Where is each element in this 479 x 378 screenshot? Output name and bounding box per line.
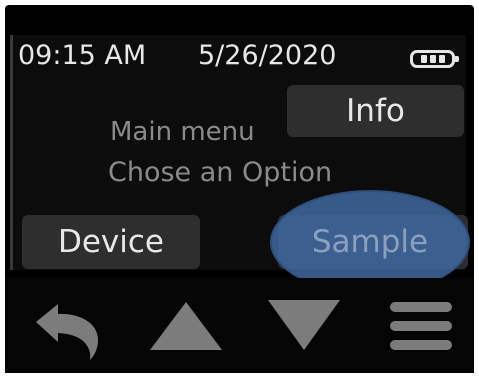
- up-arrow-icon[interactable]: [148, 300, 224, 352]
- down-arrow-icon[interactable]: [266, 298, 342, 352]
- battery-cell: [429, 55, 436, 63]
- menu-title: Main menu: [110, 117, 255, 147]
- status-date: 5/26/2020: [198, 40, 337, 71]
- battery-cell: [438, 55, 445, 63]
- info-button[interactable]: Info: [287, 85, 464, 137]
- battery-full-icon: [410, 50, 459, 68]
- device-button[interactable]: Device: [22, 215, 200, 269]
- status-time: 09:15 AM: [18, 40, 147, 71]
- menu-subtitle: Chose an Option: [108, 157, 333, 188]
- battery-cell: [420, 55, 427, 63]
- back-arrow-icon[interactable]: [28, 300, 108, 362]
- menu-icon[interactable]: [388, 300, 454, 352]
